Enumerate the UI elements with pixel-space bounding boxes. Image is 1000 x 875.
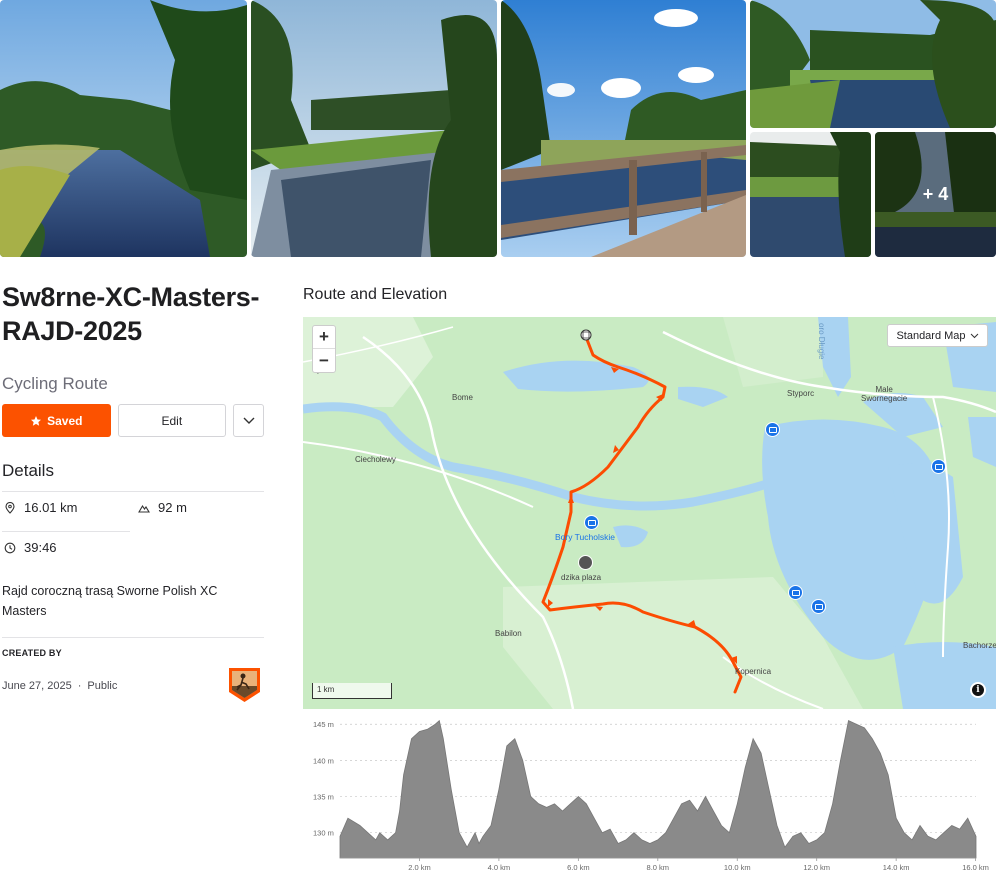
edit-button[interactable]: Edit <box>117 404 227 437</box>
star-icon <box>31 415 42 426</box>
photo-marker-icon[interactable] <box>584 515 599 530</box>
route-type: Cycling Route <box>2 374 108 393</box>
map-label-male-swornegacie: Male Swornegacie <box>861 385 908 403</box>
photo-marker-icon[interactable] <box>765 422 780 437</box>
map-label-jezioro: oro Długie <box>817 323 826 360</box>
beach-poi-icon[interactable] <box>578 555 593 570</box>
route-stats: 16.01 km 92 m 39:46 <box>2 491 264 565</box>
y-tick-label: 145 m <box>313 720 334 729</box>
photo-1[interactable] <box>0 0 247 257</box>
created-by-label: CREATED BY <box>2 648 62 658</box>
time-stat: 39:46 <box>4 540 57 555</box>
x-tick-label: 16.0 km <box>962 863 989 872</box>
route-actions: Saved Edit <box>2 404 264 437</box>
x-tick-label: 6.0 km <box>567 863 590 872</box>
distance-value: 16.01 km <box>24 500 78 515</box>
chevron-down-icon <box>243 417 255 424</box>
map-label-dzika-plaza: dzika plaza <box>561 573 602 582</box>
map-type-label: Standard Map <box>896 329 966 342</box>
photo-marker-icon[interactable] <box>811 599 826 614</box>
y-tick-label: 130 m <box>313 829 334 838</box>
elevation-stat: 92 m <box>138 500 187 515</box>
distance-stat: 16.01 km <box>4 500 77 515</box>
saved-button[interactable]: Saved <box>2 404 111 437</box>
map-label-ciecholewy: Ciecholewy <box>355 455 396 464</box>
map-type-select[interactable]: Standard Map <box>887 324 988 347</box>
zoom-in-button[interactable]: + <box>313 326 335 349</box>
x-tick-label: 8.0 km <box>647 863 670 872</box>
route-title: Sw8rne-XC-Masters-RAJD-2025 <box>2 282 260 346</box>
map-label-bory-tucholskie: Bory Tucholskie <box>555 532 615 542</box>
photo-5[interactable] <box>750 132 871 257</box>
route-description: Rajd coroczną trasą Sworne Polish XC Mas… <box>2 584 218 618</box>
creator-avatar[interactable] <box>227 666 262 703</box>
map-label-kopernica: Kopernica <box>735 667 772 676</box>
zoom-controls: + − <box>312 325 336 373</box>
route-elevation-title: Route and Elevation <box>303 286 448 303</box>
photo-4[interactable] <box>750 0 996 128</box>
mountain-icon <box>138 504 150 513</box>
x-tick-label: 2.0 km <box>408 863 431 872</box>
x-tick-label: 10.0 km <box>724 863 751 872</box>
elevation-value: 92 m <box>158 500 187 515</box>
photo-2[interactable] <box>251 0 497 257</box>
map-canvas <box>303 317 996 709</box>
photo-gallery: + 4 <box>0 0 1000 258</box>
zoom-out-button[interactable]: − <box>313 349 335 372</box>
map-info-button[interactable]: i <box>970 682 986 698</box>
x-tick-label: 12.0 km <box>803 863 830 872</box>
photo-marker-icon[interactable] <box>788 585 803 600</box>
x-tick-label: 4.0 km <box>488 863 511 872</box>
route-map[interactable]: zynki Bome Ciecholewy Styporc Male Sworn… <box>303 317 996 709</box>
map-label-bome: Bome <box>452 393 473 402</box>
y-tick-label: 135 m <box>313 793 334 802</box>
map-label-babilon: Babilon <box>495 629 522 638</box>
route-sidebar: Sw8rne-XC-Masters-RAJD-2025 Cycling Rout… <box>2 280 264 702</box>
elevation-chart[interactable]: 145 m 140 m 135 m 130 m 2.0 km 4.0 km 6.0 km 8.… <box>303 712 996 875</box>
info-icon: i <box>972 684 984 696</box>
time-value: 39:46 <box>24 540 57 555</box>
created-date: June 27, 2025 <box>2 680 72 692</box>
photo-3[interactable] <box>501 0 746 257</box>
clock-icon <box>4 542 16 553</box>
map-label-bachorze: Bachorze <box>963 641 996 650</box>
location-pin-icon <box>5 501 15 514</box>
photo-6[interactable]: + 4 <box>875 132 996 257</box>
more-photos-count[interactable]: + 4 <box>875 132 996 257</box>
map-label-styporc: Styporc <box>787 389 815 398</box>
more-options-button[interactable] <box>233 404 264 437</box>
details-heading: Details <box>2 461 54 480</box>
creator-meta: June 27, 2025 · Public <box>2 668 264 702</box>
map-scale: 1 km <box>312 683 392 699</box>
x-tick-label: 14.0 km <box>883 863 910 872</box>
photo-marker-icon[interactable] <box>931 459 946 474</box>
visibility: Public <box>87 680 118 692</box>
elevation-chart-svg: 145 m 140 m 135 m 130 m 2.0 km 4.0 km 6.0 km 8.… <box>313 719 989 872</box>
saved-label: Saved <box>47 413 83 428</box>
y-tick-label: 140 m <box>313 756 334 765</box>
chevron-down-icon <box>970 333 978 338</box>
elevation-area <box>339 719 977 859</box>
